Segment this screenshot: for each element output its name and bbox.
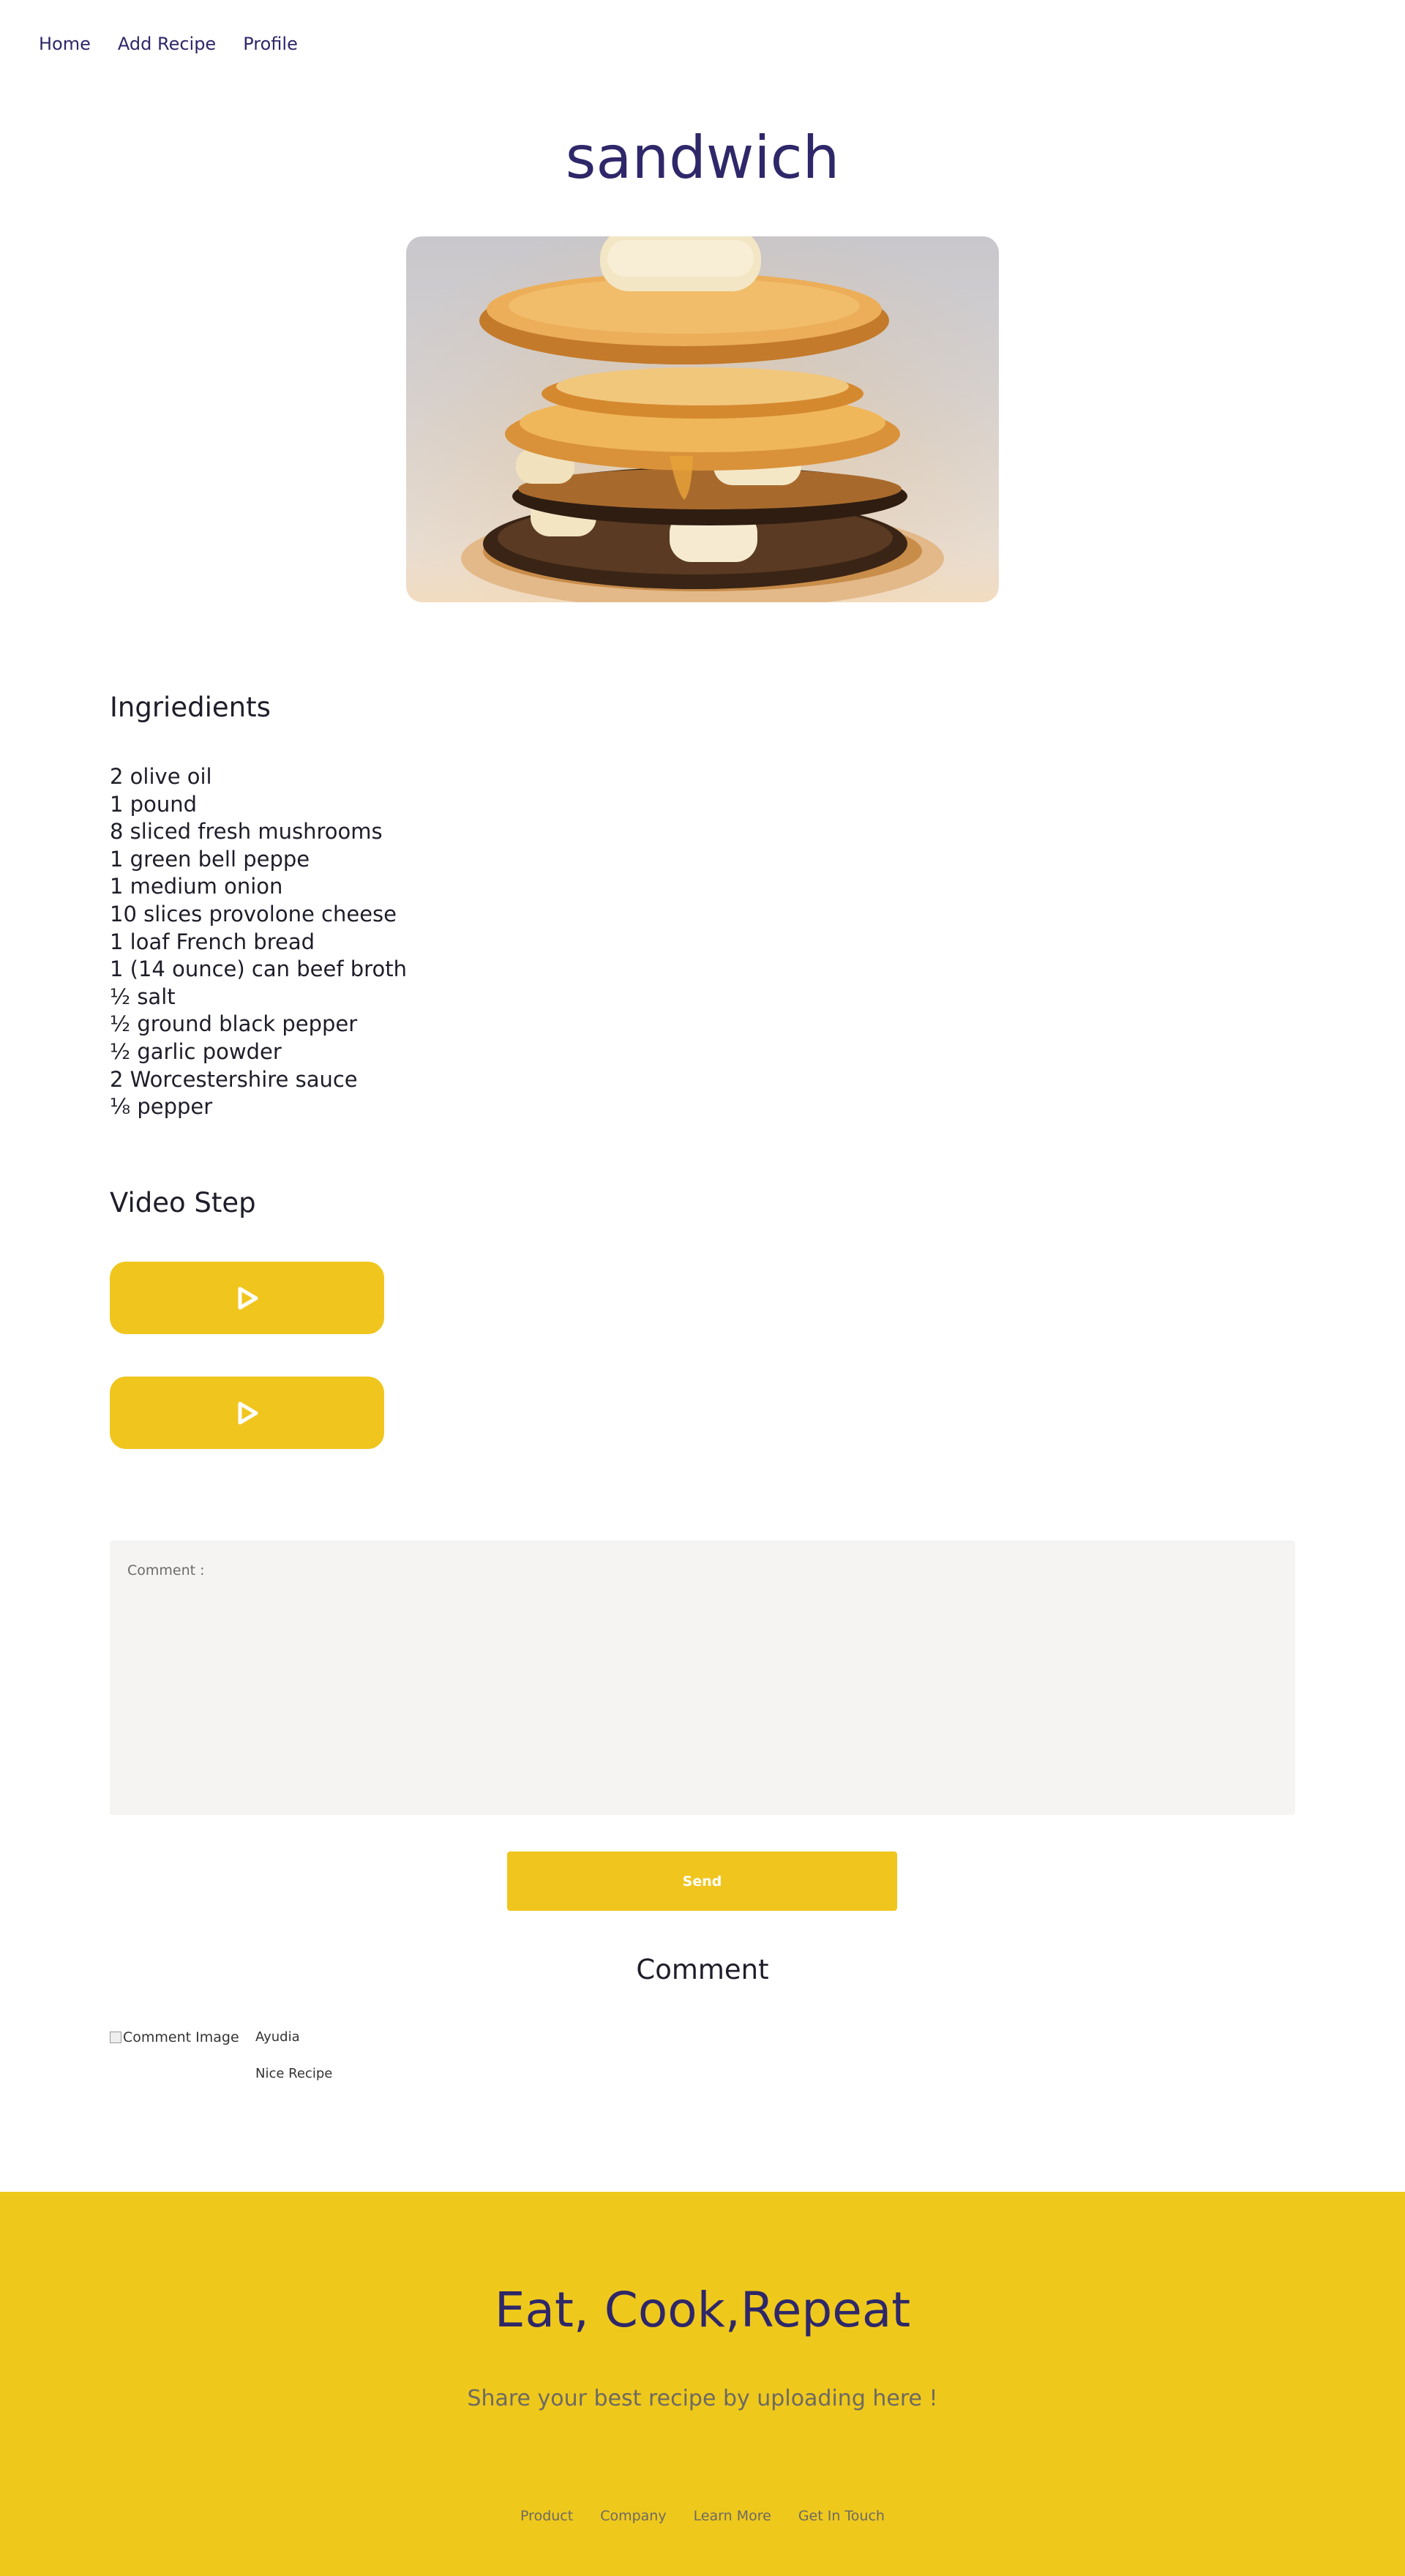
recipe-photo bbox=[406, 236, 999, 602]
play-icon bbox=[238, 1401, 258, 1424]
comment-text: Nice Recipe bbox=[255, 2066, 333, 2081]
footer-link-product[interactable]: Product bbox=[520, 2508, 573, 2524]
ingredient-item: 8 sliced fresh mushrooms bbox=[110, 819, 383, 845]
ingredients-heading: Ingriedients bbox=[110, 692, 271, 723]
nav-profile-link[interactable]: Profile bbox=[243, 34, 298, 54]
ingredient-item: 10 slices provolone cheese bbox=[110, 901, 397, 926]
comment-input[interactable] bbox=[110, 1540, 1295, 1815]
footer-link-get-in-touch[interactable]: Get In Touch bbox=[798, 2508, 885, 2524]
play-icon bbox=[238, 1287, 258, 1309]
broken-image-icon bbox=[110, 2032, 121, 2043]
top-nav: Home Add Recipe Profile bbox=[39, 34, 298, 54]
nav-home-link[interactable]: Home bbox=[39, 34, 91, 54]
ingredient-item: 1 medium onion bbox=[110, 874, 283, 899]
ingredient-item: 2 olive oil bbox=[110, 764, 212, 789]
footer-title: Eat, Cook,Repeat bbox=[494, 2282, 911, 2338]
ingredient-item: 1 green bell peppe bbox=[110, 846, 310, 872]
footer-link-company[interactable]: Company bbox=[600, 2508, 666, 2524]
send-button[interactable]: Send bbox=[507, 1852, 897, 1911]
recipe-page: Home Add Recipe Profile sandwich Ingried… bbox=[0, 0, 1405, 2576]
ingredients-list: 2 olive oil 1 pound 8 sliced fresh mushr… bbox=[110, 763, 407, 1121]
ingredient-item: ½ salt bbox=[110, 984, 176, 1009]
footer-link-learn-more[interactable]: Learn More bbox=[694, 2508, 771, 2524]
ingredient-item: 2 Worcestershire sauce bbox=[110, 1066, 358, 1092]
comment-image-alt: Comment Image bbox=[123, 2029, 239, 2045]
ingredient-item: ½ garlic powder bbox=[110, 1038, 282, 1064]
footer: Eat, Cook,Repeat Share your best recipe … bbox=[0, 2192, 1405, 2576]
comments-heading: Comment bbox=[636, 1954, 769, 1985]
comment-author: Ayudia bbox=[255, 2029, 300, 2045]
nav-add-recipe-link[interactable]: Add Recipe bbox=[118, 34, 216, 54]
recipe-title: sandwich bbox=[565, 124, 840, 192]
comment-avatar: Comment Image bbox=[110, 2029, 239, 2045]
footer-subtitle: Share your best recipe by uploading here… bbox=[467, 2386, 938, 2411]
ingredient-item: 1 pound bbox=[110, 791, 197, 817]
footer-links: Product Company Learn More Get In Touch bbox=[0, 2508, 1405, 2524]
ingredient-item: 1 (14 ounce) can beef broth bbox=[110, 956, 407, 982]
video-step-heading: Video Step bbox=[110, 1187, 256, 1218]
video-step-1-button[interactable] bbox=[110, 1262, 384, 1334]
ingredient-item: ½ ground black pepper bbox=[110, 1011, 358, 1037]
video-step-2-button[interactable] bbox=[110, 1377, 384, 1449]
ingredient-item: 1 loaf French bread bbox=[110, 929, 315, 954]
pancake-stack-image bbox=[406, 236, 999, 602]
ingredient-item: ⅛ pepper bbox=[110, 1094, 213, 1120]
